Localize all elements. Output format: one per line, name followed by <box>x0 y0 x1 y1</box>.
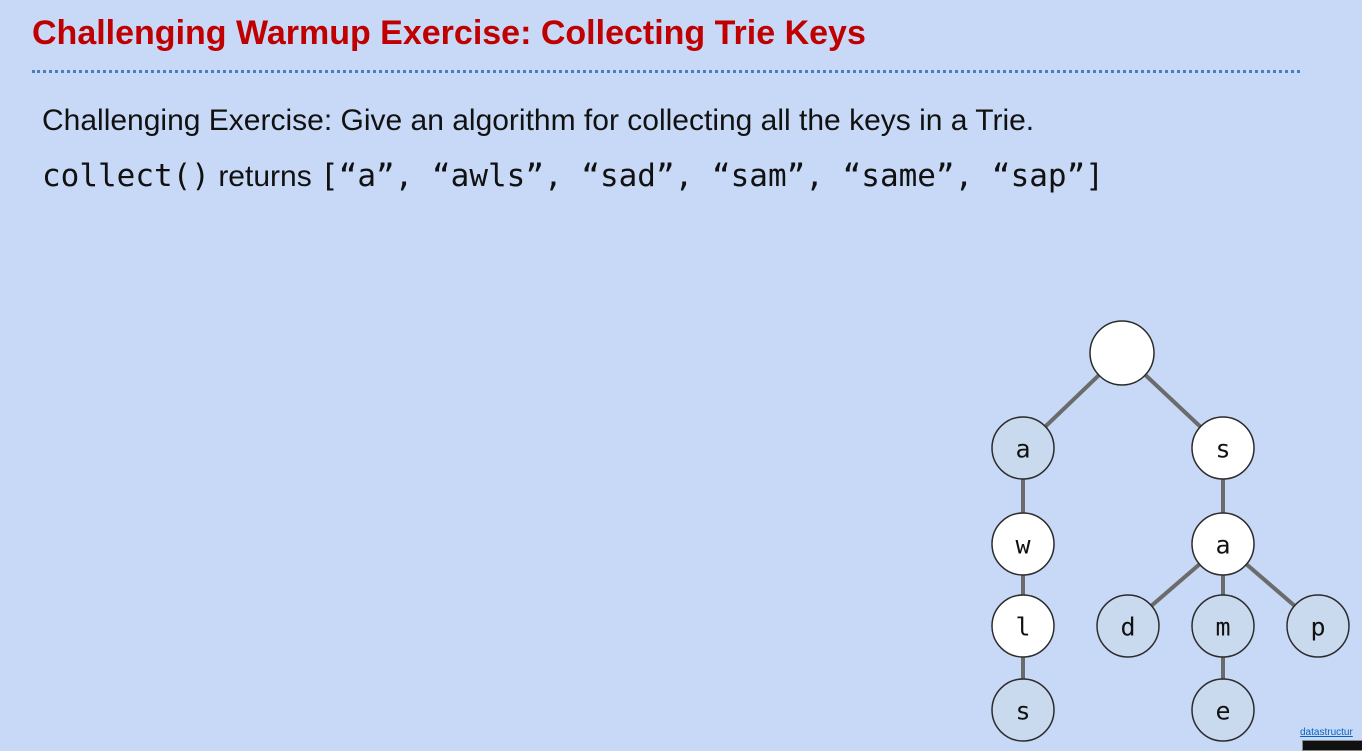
trie-node-s: s <box>1191 416 1255 480</box>
trie-node-circle <box>1089 320 1155 386</box>
trie-node-sad: d <box>1096 594 1160 658</box>
trie-node-aw: w <box>991 512 1055 576</box>
trie-node-label: s <box>1215 435 1230 464</box>
trie-node-awls: s <box>991 678 1055 742</box>
trie-node-label: l <box>1015 613 1030 642</box>
trie-node-a: a <box>991 416 1055 480</box>
trie-node-label: d <box>1120 613 1135 642</box>
trie-node-label: a <box>1015 435 1030 464</box>
trie-node-same: e <box>1191 678 1255 742</box>
slide: Challenging Warmup Exercise: Collecting … <box>0 0 1362 751</box>
trie-node-label: s <box>1015 697 1030 726</box>
trie-node-label: e <box>1215 697 1230 726</box>
trie-node-label: m <box>1215 613 1230 642</box>
credit-link[interactable]: datastructur <box>1300 727 1353 738</box>
trie-node-awl: l <box>991 594 1055 658</box>
trie-node-root <box>1089 320 1155 386</box>
trie-node-label: a <box>1215 531 1230 560</box>
trie-node-sa: a <box>1191 512 1255 576</box>
trie-node-label: p <box>1310 613 1325 642</box>
trie-node-label: w <box>1015 531 1031 560</box>
trie-node-sap: p <box>1286 594 1350 658</box>
cc-license-badge <box>1302 740 1362 751</box>
trie-diagram: a w l s s a d m e p <box>991 320 1350 742</box>
trie-node-sam: m <box>1191 594 1255 658</box>
